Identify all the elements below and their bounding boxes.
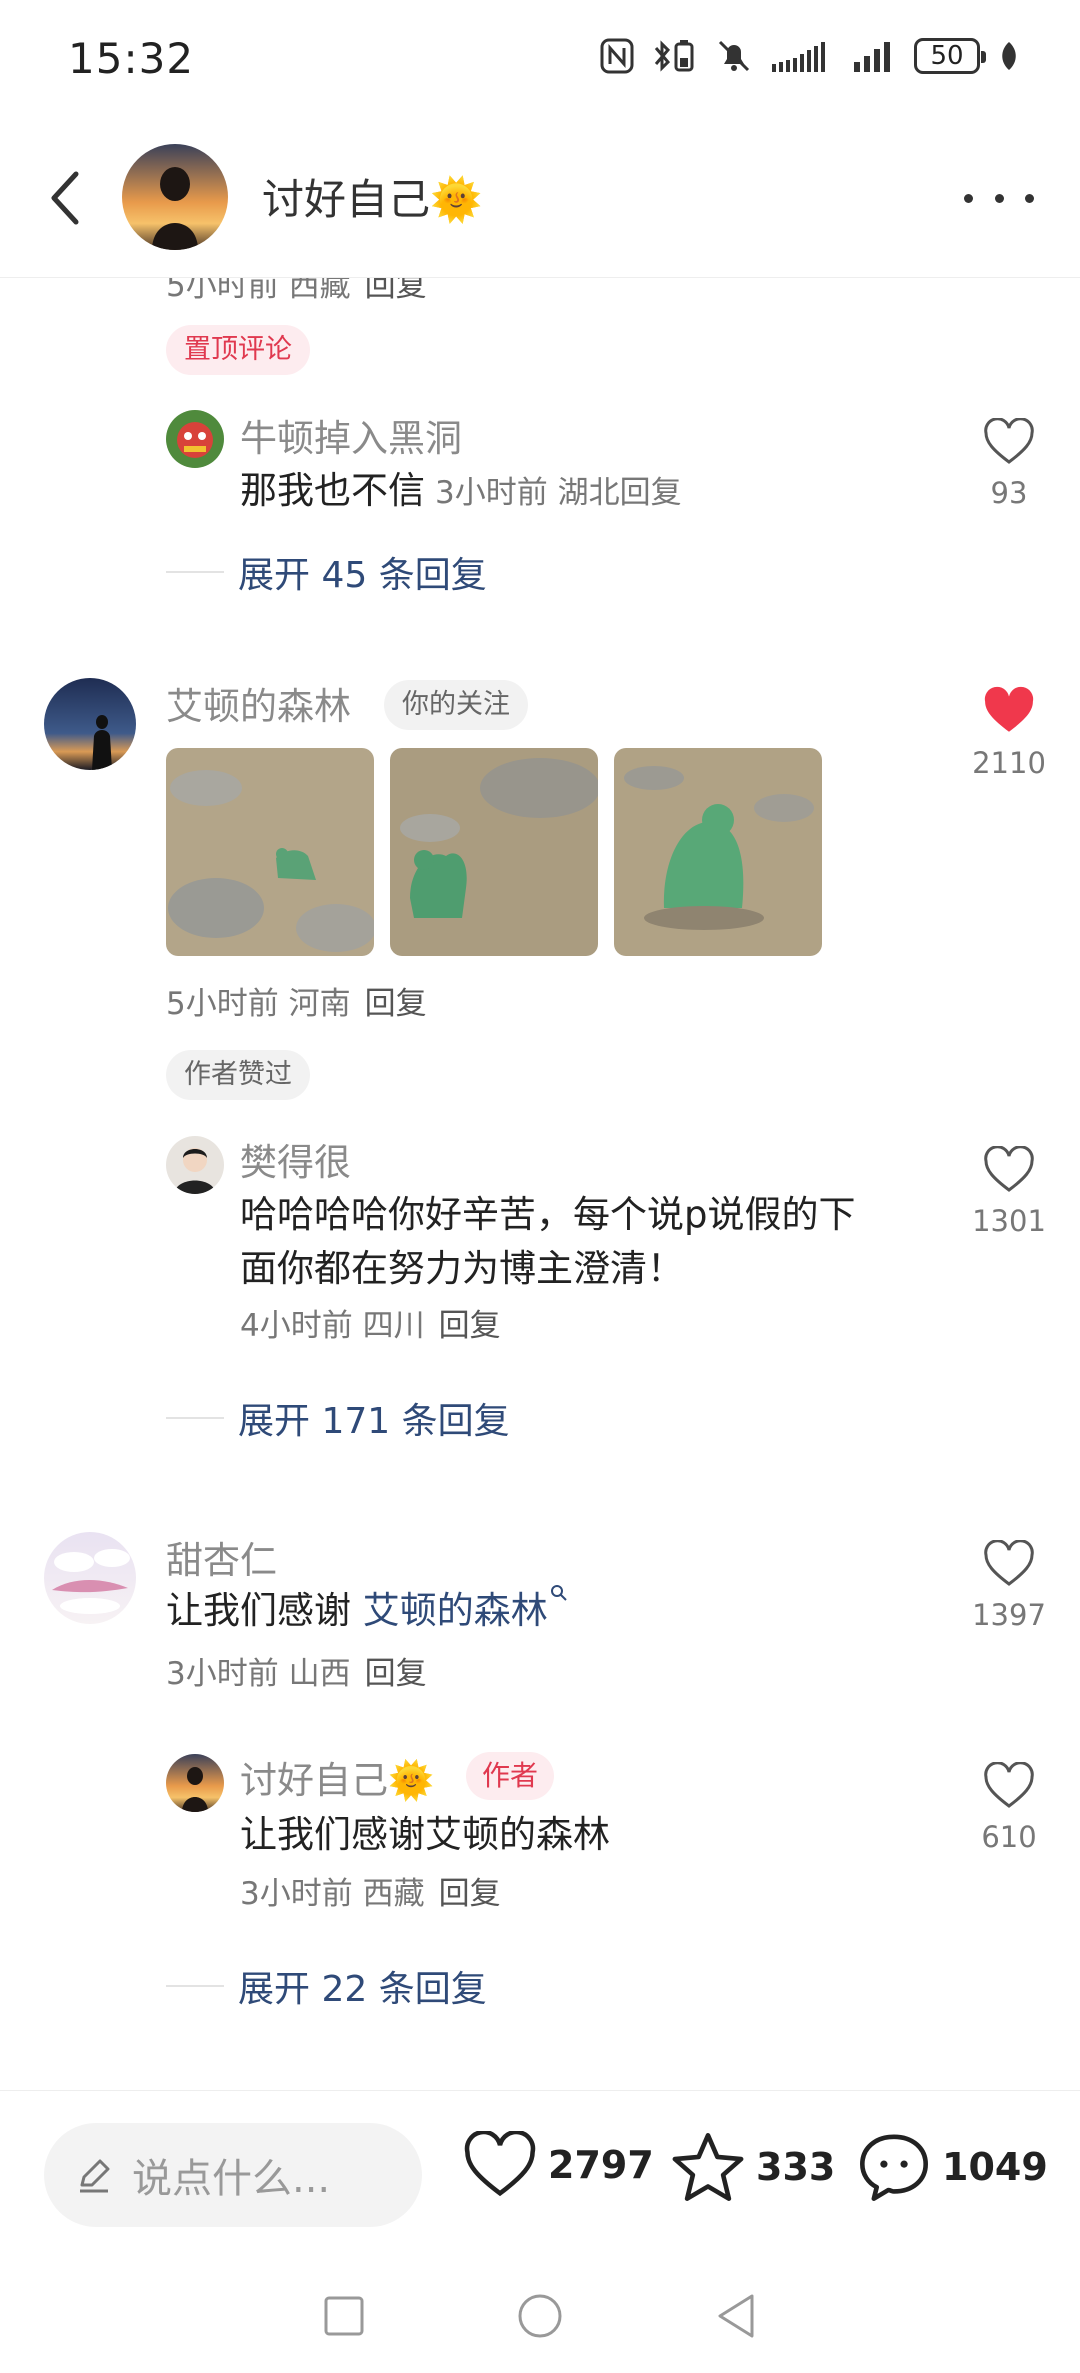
reply-avatar[interactable]	[166, 1136, 224, 1194]
input-placeholder: 说点什么...	[132, 2156, 331, 2202]
page-title: 讨好自己🌞	[262, 175, 483, 224]
heart-icon	[984, 1145, 1034, 1192]
status-bar: 15:32 50	[0, 0, 1080, 120]
heart-filled-icon	[984, 686, 1034, 732]
reply-link[interactable]: 回复	[439, 1308, 501, 1344]
heart-icon	[984, 1539, 1034, 1586]
leaf-icon	[1002, 42, 1016, 70]
pencil-icon	[80, 2159, 110, 2193]
favorite-count: 333	[756, 2145, 836, 2189]
back-button[interactable]	[34, 162, 94, 234]
reply-meta: 3小时前 西藏 回复	[240, 1876, 501, 1912]
photo-thumbnail[interactable]	[166, 748, 374, 956]
heart-icon	[984, 417, 1034, 464]
reply-author-name[interactable]: 牛顿掉入黑洞	[240, 408, 462, 462]
like-count: 93	[990, 476, 1028, 510]
comment-text: 让我们感谢 艾顿的森林	[166, 1584, 568, 1638]
like-count: 1301	[972, 1204, 1046, 1238]
like-count: 2110	[972, 746, 1046, 780]
header: 讨好自己🌞	[0, 120, 1080, 278]
comment-meta: 5小时前 河南 回复	[166, 986, 427, 1022]
reply-text: 让我们感谢艾顿的森林	[240, 1813, 610, 1856]
status-icons: 50	[600, 38, 1020, 74]
comment-meta: 3小时前 山西 回复	[166, 1656, 427, 1692]
post-like-count: 2797	[548, 2143, 654, 2187]
like-count: 1397	[972, 1598, 1046, 1632]
mention-link[interactable]: 艾顿的森林	[363, 1589, 548, 1632]
reply-text: 那我也不信 3小时前 湖北回复	[240, 469, 682, 512]
system-nav-bar	[0, 2258, 1080, 2373]
mute-bell-icon	[718, 40, 750, 72]
like-button[interactable]: 1301	[964, 1145, 1054, 1238]
commenter-name[interactable]: 甜杏仁	[166, 1530, 277, 1584]
comment-photos	[166, 748, 822, 956]
expand-replies[interactable]: 展开 22 条回复	[166, 1960, 487, 2012]
bluetooth-battery-icon	[654, 40, 694, 72]
home-circle-icon[interactable]	[516, 2292, 564, 2340]
heart-icon	[464, 2131, 536, 2197]
star-icon	[672, 2133, 744, 2201]
battery-indicator: 50	[914, 38, 986, 74]
like-button[interactable]: 1397	[964, 1539, 1054, 1632]
reply-author-name[interactable]: 讨好自己🌞	[240, 1750, 434, 1804]
reply-link[interactable]: 回复	[365, 1656, 427, 1692]
signal-2-icon	[854, 42, 890, 72]
back-arrow-icon	[51, 171, 79, 225]
author-badge: 作者	[466, 1752, 555, 1800]
nfc-icon	[600, 38, 634, 74]
reply-text: 哈哈哈哈你好辛苦，每个说p说假的下 面你都在努力为博主澄清！	[240, 1193, 856, 1290]
more-options-button[interactable]	[964, 178, 1034, 218]
reply-author-name[interactable]: 樊得很	[240, 1132, 351, 1186]
reply-avatar[interactable]	[166, 410, 224, 468]
reply-meta: 4小时前 四川 回复	[240, 1308, 501, 1344]
like-button[interactable]: 2110	[964, 686, 1054, 780]
commenter-avatar[interactable]	[44, 678, 136, 770]
pinned-comment-badge: 置顶评论	[166, 325, 310, 375]
reply-link[interactable]: 回复	[439, 1876, 501, 1912]
signal-1-icon	[772, 42, 825, 72]
comment-list: 5小时前 西藏 回复 置顶评论 牛顿掉入黑洞 那我也不信 3小时前 湖北回复 93 …	[0, 278, 1080, 2090]
comment-input[interactable]: 说点什么...	[44, 2123, 422, 2227]
expand-replies[interactable]: 展开 171 条回复	[166, 1392, 510, 1444]
like-count: 610	[981, 1820, 1037, 1854]
comment-meta: 5小时前 西藏 回复	[166, 278, 427, 305]
comment-bubble-icon	[860, 2134, 928, 2201]
bottom-action-bar: 说点什么... 2797 333 1049	[0, 2090, 1080, 2258]
search-icon	[550, 1585, 567, 1601]
commenter-avatar[interactable]	[44, 1532, 136, 1624]
heart-icon	[984, 1761, 1034, 1808]
like-button[interactable]: 610	[964, 1761, 1054, 1854]
reply-avatar[interactable]	[166, 1754, 224, 1812]
photo-thumbnail[interactable]	[614, 748, 822, 956]
photo-thumbnail[interactable]	[390, 748, 598, 956]
author-avatar[interactable]	[122, 144, 228, 250]
comment-count: 1049	[942, 2145, 1048, 2189]
favorite-button[interactable]: 333	[670, 2131, 835, 2203]
author-liked-badge: 作者赞过	[166, 1050, 310, 1100]
reply-link[interactable]: 回复	[365, 278, 427, 304]
comments-button[interactable]: 1049	[856, 2131, 1048, 2203]
like-button[interactable]: 93	[964, 417, 1054, 510]
commenter-name[interactable]: 艾顿的森林	[166, 676, 351, 730]
expand-replies[interactable]: 展开 45 条回复	[166, 546, 487, 598]
like-post-button[interactable]: 2797	[462, 2131, 654, 2199]
status-time: 15:32	[68, 34, 195, 83]
reply-link[interactable]: 回复	[365, 986, 427, 1022]
reply-link[interactable]: 回复	[620, 475, 682, 511]
back-triangle-icon[interactable]	[714, 2292, 758, 2340]
recents-square-icon[interactable]	[322, 2294, 366, 2338]
following-badge: 你的关注	[384, 680, 528, 730]
